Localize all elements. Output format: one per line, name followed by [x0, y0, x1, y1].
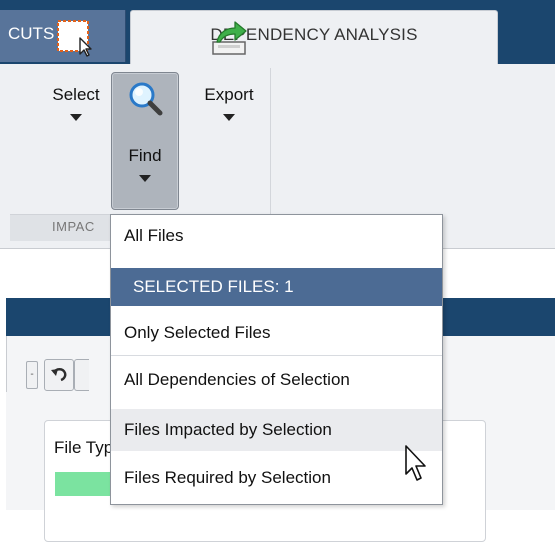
chevron-down-icon — [139, 175, 151, 182]
legend-swatch — [55, 472, 115, 496]
select-button[interactable]: Select — [42, 8, 110, 148]
select-icon — [56, 18, 96, 58]
find-button[interactable]: Find — [111, 72, 179, 210]
chevron-down-icon — [70, 114, 82, 121]
undo-button[interactable] — [44, 359, 74, 391]
undo-icon — [51, 368, 67, 382]
menu-separator — [111, 355, 442, 356]
menu-item-only-selected[interactable]: Only Selected Files — [111, 323, 442, 343]
export-button[interactable]: Export — [194, 8, 264, 148]
export-icon — [209, 18, 249, 58]
find-dropdown-menu: All Files SELECTED FILES: 1 Only Selecte… — [110, 214, 443, 505]
chevron-down-icon — [223, 114, 235, 121]
redo-button[interactable] — [74, 359, 89, 391]
magnifier-icon — [125, 79, 165, 119]
menu-item-impacted-by-selection[interactable]: Files Impacted by Selection — [111, 409, 442, 451]
menu-item-required-by-selection[interactable]: Files Required by Selection — [111, 468, 442, 488]
menu-item-all-files[interactable]: All Files — [111, 226, 442, 246]
mouse-pointer-icon — [404, 444, 428, 489]
menu-section-selected-files: SELECTED FILES: 1 — [111, 268, 442, 306]
tab-dependency-analysis[interactable]: DEPENDENCY ANALYSIS — [130, 10, 498, 66]
find-label: Find — [128, 146, 162, 165]
export-label: Export — [204, 85, 254, 104]
toolstrip-group-label: IMPAC — [52, 219, 95, 234]
menu-item-all-dependencies[interactable]: All Dependencies of Selection — [111, 370, 442, 390]
select-label: Select — [52, 85, 100, 104]
toolbar-grip[interactable]: - — [26, 361, 38, 389]
